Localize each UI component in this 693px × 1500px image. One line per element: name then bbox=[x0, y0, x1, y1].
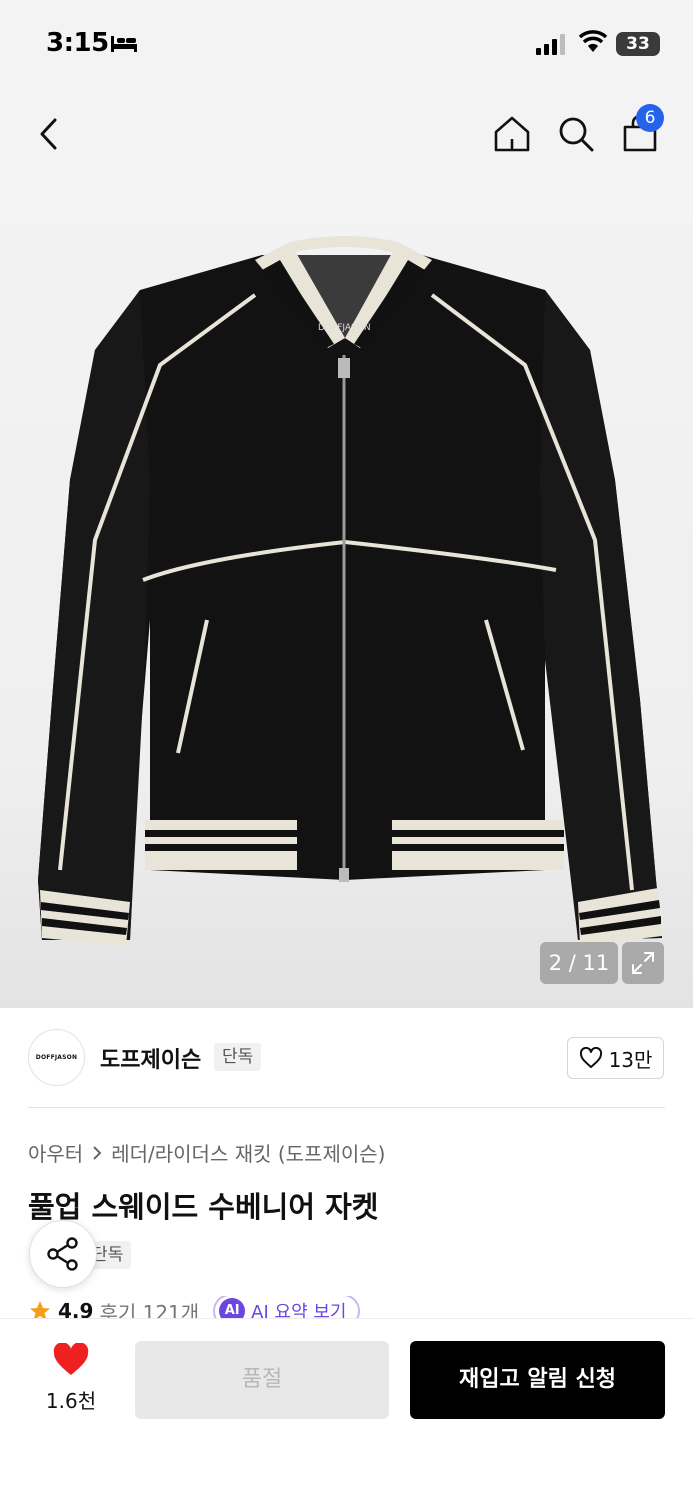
home-icon bbox=[494, 116, 530, 152]
divider bbox=[28, 1107, 665, 1108]
brand-like-count: 13만 bbox=[608, 1047, 653, 1072]
restock-alert-button[interactable]: 재입고 알림 신청 bbox=[410, 1341, 665, 1419]
soldout-button: 품절 bbox=[135, 1341, 389, 1419]
exclusive-tag: 단독 bbox=[214, 1043, 262, 1071]
chevron-left-icon bbox=[40, 118, 57, 150]
heart-outline-icon bbox=[579, 1047, 602, 1068]
top-navigation bbox=[0, 90, 693, 180]
search-icon bbox=[559, 117, 594, 152]
search-button[interactable] bbox=[552, 110, 600, 158]
expand-image-button[interactable] bbox=[622, 942, 664, 984]
share-button[interactable] bbox=[29, 1220, 97, 1288]
product-title: 풀업 스웨이드 수베니어 자켓 bbox=[28, 1190, 379, 1224]
share-icon bbox=[47, 1237, 78, 1271]
brand-row: DOFFJASON 도프제이슨 단독 13만 bbox=[0, 1008, 693, 1108]
battery-indicator: 33 bbox=[616, 32, 660, 56]
breadcrumb-subcategory[interactable]: 레더/라이더스 재킷 (도프제이슨) bbox=[111, 1138, 385, 1167]
product-photo-jacket: DOFFJASON bbox=[38, 236, 662, 946]
status-time: 3:15 bbox=[46, 28, 109, 58]
bottom-action-bar: 1.6천 품절 재입고 알림 신청 bbox=[0, 1318, 693, 1500]
brand-like-button[interactable]: 13만 bbox=[567, 1037, 664, 1079]
product-image-carousel[interactable]: DOFFJASON 2 / 11 bbox=[0, 180, 693, 1008]
breadcrumb: 아우터 레더/라이더스 재킷 (도프제이슨) bbox=[28, 1138, 385, 1167]
wishlist-button[interactable]: 1.6천 bbox=[30, 1343, 112, 1415]
jacket-label-text: DOFFJASON bbox=[318, 323, 371, 333]
heart-filled-icon bbox=[53, 1343, 89, 1375]
chevron-right-icon bbox=[93, 1145, 102, 1160]
expand-icon bbox=[632, 952, 654, 974]
status-bar: 3:15 33 bbox=[0, 0, 693, 90]
brand-logo[interactable]: DOFFJASON bbox=[28, 1029, 85, 1086]
sleep-focus-icon bbox=[111, 36, 137, 52]
home-button[interactable] bbox=[488, 110, 536, 158]
image-counter: 2 / 11 bbox=[540, 942, 618, 984]
cellular-signal-icon bbox=[536, 34, 565, 55]
wishlist-count: 1.6천 bbox=[45, 1389, 97, 1413]
breadcrumb-category[interactable]: 아우터 bbox=[28, 1138, 83, 1167]
brand-name[interactable]: 도프제이슨 bbox=[100, 1042, 201, 1074]
back-button[interactable] bbox=[26, 110, 74, 158]
battery-percent: 33 bbox=[626, 34, 650, 54]
cart-count-badge: 6 bbox=[636, 104, 664, 132]
wifi-icon bbox=[578, 30, 608, 52]
